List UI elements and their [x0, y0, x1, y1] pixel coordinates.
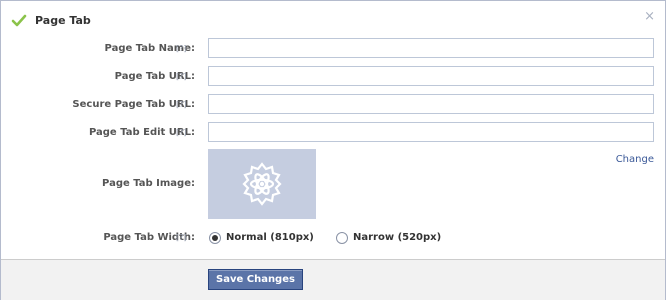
close-icon[interactable]: ×: [644, 10, 655, 23]
check-icon: [11, 14, 27, 27]
panel-title: Page Tab: [35, 14, 91, 27]
page-tab-url-input[interactable]: [208, 66, 654, 86]
page-tab-edit-url-input[interactable]: [208, 122, 654, 142]
panel-footer: Save Changes: [1, 259, 665, 300]
row-page-tab-edit-url: Page Tab Edit URL: [?]: [1, 122, 665, 144]
page-tab-image-label: Page Tab Image:: [102, 178, 195, 189]
page-tab-name-input[interactable]: [208, 38, 654, 58]
row-page-tab-url: Page Tab URL: [?]: [1, 66, 665, 88]
help-icon[interactable]: [?]: [176, 94, 187, 116]
row-page-tab-name: Page Tab Name: [?]: [1, 38, 665, 60]
page-tab-width-row: Page Tab Width: [?] Normal (810px) Narro…: [1, 228, 665, 248]
radio-narrow-label[interactable]: Narrow (520px): [353, 228, 441, 248]
help-icon[interactable]: [?]: [176, 122, 187, 144]
save-changes-button[interactable]: Save Changes: [208, 269, 303, 290]
panel-header: Page Tab ×: [1, 1, 665, 31]
row-secure-page-tab-url: Secure Page Tab URL: [?]: [1, 94, 665, 116]
page-tab-image: [208, 149, 316, 219]
help-icon[interactable]: [?]: [176, 228, 187, 248]
app-gear-icon: [242, 162, 282, 206]
page-tab-panel: Page Tab × Page Tab Name: [?] Page Tab U…: [0, 0, 666, 300]
change-image-link[interactable]: Change: [616, 154, 654, 165]
radio-normal[interactable]: [209, 232, 221, 244]
radio-normal-label[interactable]: Normal (810px): [226, 228, 314, 248]
secure-page-tab-url-input[interactable]: [208, 94, 654, 114]
radio-narrow[interactable]: [336, 232, 348, 244]
help-icon[interactable]: [?]: [176, 66, 187, 88]
help-icon[interactable]: [?]: [176, 38, 187, 60]
